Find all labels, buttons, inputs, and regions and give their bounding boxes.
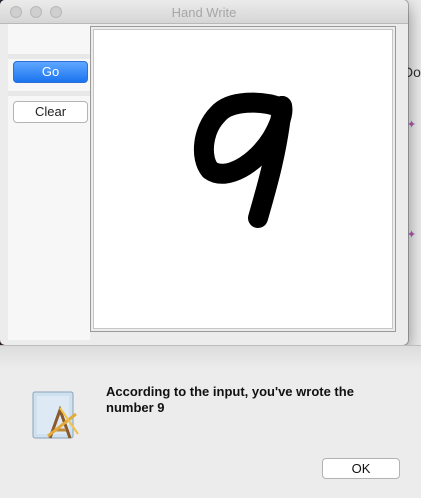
background-window-marker-icon: ✦ — [407, 229, 417, 241]
drawing-canvas[interactable] — [93, 29, 393, 329]
sidebar-divider — [8, 91, 90, 96]
sidebar-divider — [8, 54, 90, 59]
drawing-canvas-frame — [90, 26, 396, 332]
clear-button[interactable]: Clear — [13, 101, 88, 123]
app-installer-icon — [30, 388, 86, 446]
alert-dialog: According to the input, you've wrote the… — [0, 345, 421, 498]
ok-button[interactable]: OK — [322, 458, 400, 479]
window-title: Hand Write — [171, 5, 237, 20]
go-button[interactable]: Go — [13, 61, 88, 83]
hand-write-window: Hand Write Go Clear — [0, 0, 408, 345]
dialog-message: According to the input, you've wrote the… — [106, 384, 354, 415]
background-window-marker-icon: ✦ — [407, 119, 417, 131]
dialog-sheet-edge — [0, 346, 421, 368]
title-bar[interactable]: Hand Write — [0, 0, 408, 24]
handwritten-digit-drawing — [193, 92, 293, 228]
